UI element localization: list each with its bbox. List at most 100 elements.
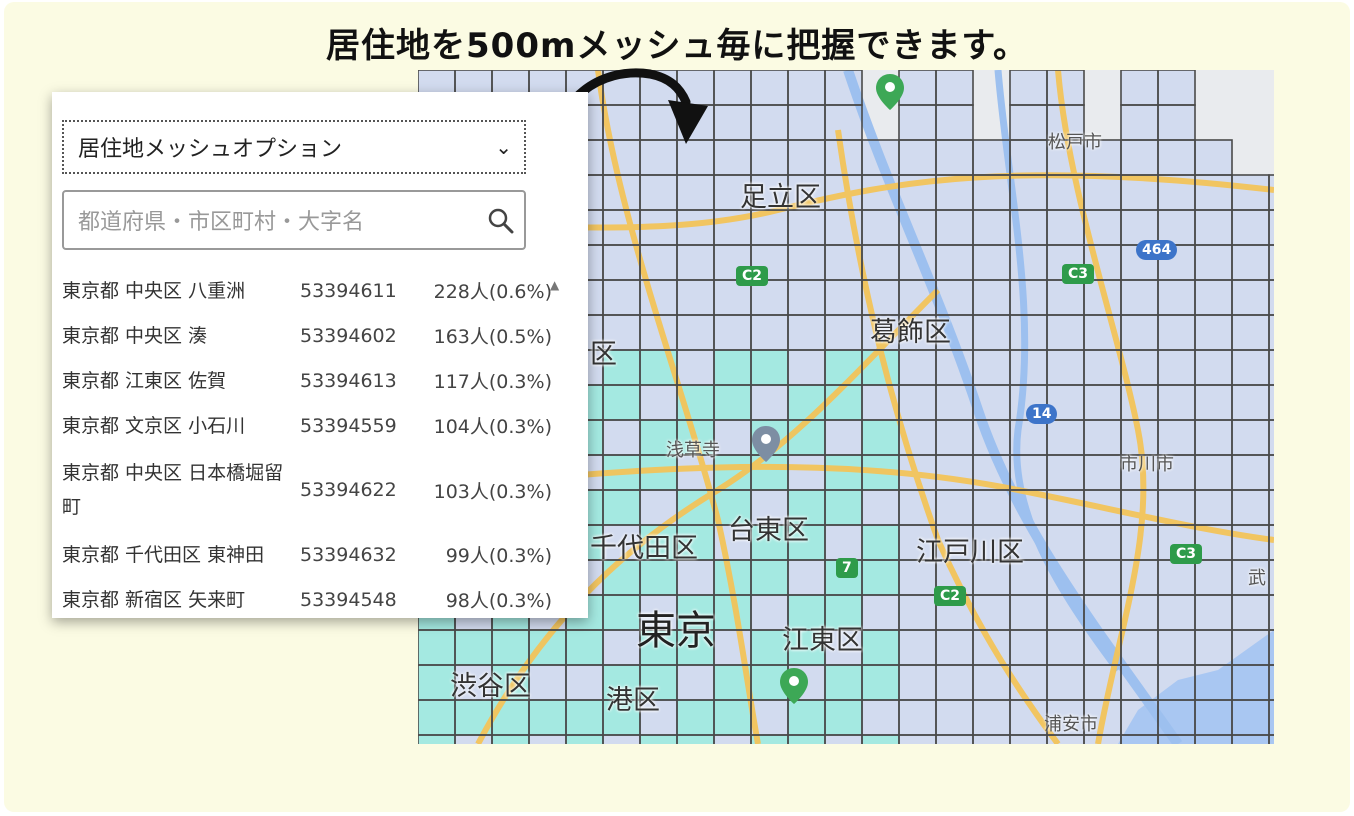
mesh-cell[interactable] — [529, 665, 566, 700]
mesh-cell[interactable] — [1010, 70, 1047, 105]
mesh-cell[interactable] — [936, 700, 973, 735]
mesh-cell[interactable] — [1121, 630, 1158, 665]
mesh-cell[interactable] — [1232, 280, 1269, 315]
mesh-cell[interactable] — [1232, 175, 1269, 210]
mesh-cell[interactable] — [492, 630, 529, 665]
mesh-cell[interactable] — [899, 385, 936, 420]
mesh-cell[interactable] — [1121, 105, 1158, 140]
mesh-cell[interactable] — [418, 630, 455, 665]
mesh-cell[interactable] — [825, 420, 862, 455]
mesh-cell[interactable] — [714, 140, 751, 175]
mesh-cell[interactable] — [1047, 350, 1084, 385]
mesh-cell[interactable] — [862, 420, 899, 455]
mesh-cell[interactable] — [1084, 560, 1121, 595]
mesh-cell[interactable] — [1121, 70, 1158, 105]
mesh-cell[interactable] — [825, 490, 862, 525]
mesh-cell[interactable] — [936, 105, 973, 140]
mesh-cell[interactable] — [1047, 420, 1084, 455]
mesh-cell[interactable] — [1232, 315, 1269, 350]
mesh-cell[interactable] — [1158, 105, 1195, 140]
mesh-cell[interactable] — [788, 455, 825, 490]
mesh-cell[interactable] — [862, 210, 899, 245]
mesh-cell[interactable] — [825, 735, 862, 744]
mesh-cell[interactable] — [936, 140, 973, 175]
mesh-option-select[interactable]: 居住地メッシュオプション ⌄ — [62, 120, 526, 174]
mesh-cell[interactable] — [751, 140, 788, 175]
mesh-cell[interactable] — [1047, 665, 1084, 700]
mesh-cell[interactable] — [1195, 385, 1232, 420]
list-item[interactable]: 東京都 文京区 小石川 53394559 104人(0.3%) — [62, 403, 552, 448]
mesh-cell[interactable] — [1047, 280, 1084, 315]
mesh-cell[interactable] — [751, 560, 788, 595]
mesh-cell[interactable] — [1121, 560, 1158, 595]
mesh-cell[interactable] — [677, 315, 714, 350]
mesh-cell[interactable] — [714, 700, 751, 735]
mesh-cell[interactable] — [1232, 245, 1269, 280]
chevron-down-icon[interactable]: ⌄ — [495, 135, 512, 159]
mesh-cell[interactable] — [1010, 595, 1047, 630]
mesh-cell[interactable] — [862, 560, 899, 595]
mesh-cell[interactable] — [1121, 280, 1158, 315]
park-pin-icon[interactable] — [876, 74, 904, 110]
mesh-cell[interactable] — [1047, 210, 1084, 245]
mesh-cell[interactable] — [1084, 175, 1121, 210]
mesh-cell[interactable] — [1232, 525, 1269, 560]
mesh-cell[interactable] — [862, 245, 899, 280]
mesh-cell[interactable] — [603, 280, 640, 315]
mesh-cell[interactable] — [603, 735, 640, 744]
mesh-cell[interactable] — [455, 735, 492, 744]
mesh-cell[interactable] — [1195, 630, 1232, 665]
mesh-cell[interactable] — [1195, 315, 1232, 350]
mesh-cell[interactable] — [1232, 350, 1269, 385]
list-item[interactable]: 東京都 中央区 湊 53394602 163人(0.5%) — [62, 313, 552, 358]
mesh-cell[interactable] — [1195, 595, 1232, 630]
mesh-cell[interactable] — [862, 700, 899, 735]
mesh-cell[interactable] — [1195, 280, 1232, 315]
mesh-cell[interactable] — [1047, 455, 1084, 490]
mesh-cell[interactable] — [788, 140, 825, 175]
map-pin-icon[interactable] — [752, 426, 780, 462]
mesh-cell[interactable] — [1010, 350, 1047, 385]
mesh-cell[interactable] — [1121, 315, 1158, 350]
mesh-cell[interactable] — [899, 140, 936, 175]
mesh-cell[interactable] — [936, 210, 973, 245]
mesh-cell[interactable] — [1158, 140, 1195, 175]
mesh-cell[interactable] — [418, 735, 455, 744]
mesh-cell[interactable] — [1084, 385, 1121, 420]
list-item[interactable]: 東京都 新宿区 矢来町 53394548 98人(0.3%) — [62, 577, 552, 622]
mesh-cell[interactable] — [1158, 350, 1195, 385]
mesh-cell[interactable] — [1195, 245, 1232, 280]
mesh-cell[interactable] — [936, 735, 973, 744]
mesh-cell[interactable] — [714, 350, 751, 385]
mesh-cell[interactable] — [936, 665, 973, 700]
mesh-cell[interactable] — [1158, 595, 1195, 630]
mesh-cell[interactable] — [899, 700, 936, 735]
mesh-cell[interactable] — [603, 560, 640, 595]
mesh-cell[interactable] — [1010, 630, 1047, 665]
mesh-cell[interactable] — [788, 70, 825, 105]
mesh-cell[interactable] — [1195, 350, 1232, 385]
mesh-cell[interactable] — [1084, 525, 1121, 560]
mesh-cell[interactable] — [788, 280, 825, 315]
mesh-cell[interactable] — [677, 665, 714, 700]
mesh-cell[interactable] — [973, 280, 1010, 315]
mesh-cell[interactable] — [825, 315, 862, 350]
mesh-cell[interactable] — [1195, 210, 1232, 245]
mesh-cell[interactable] — [714, 70, 751, 105]
mesh-cell[interactable] — [1121, 140, 1158, 175]
mesh-cell[interactable] — [1158, 385, 1195, 420]
mesh-cell[interactable] — [973, 735, 1010, 744]
mesh-cell[interactable] — [862, 525, 899, 560]
mesh-cell[interactable] — [751, 105, 788, 140]
mesh-cell[interactable] — [714, 735, 751, 744]
mesh-cell[interactable] — [788, 700, 825, 735]
mesh-cell[interactable] — [1158, 70, 1195, 105]
mesh-cell[interactable] — [788, 385, 825, 420]
mesh-cell[interactable] — [899, 595, 936, 630]
search-icon[interactable] — [486, 206, 516, 236]
mesh-cell[interactable] — [1047, 70, 1084, 105]
mesh-cell[interactable] — [899, 630, 936, 665]
mesh-cell[interactable] — [603, 385, 640, 420]
mesh-cell[interactable] — [825, 350, 862, 385]
mesh-cell[interactable] — [788, 560, 825, 595]
